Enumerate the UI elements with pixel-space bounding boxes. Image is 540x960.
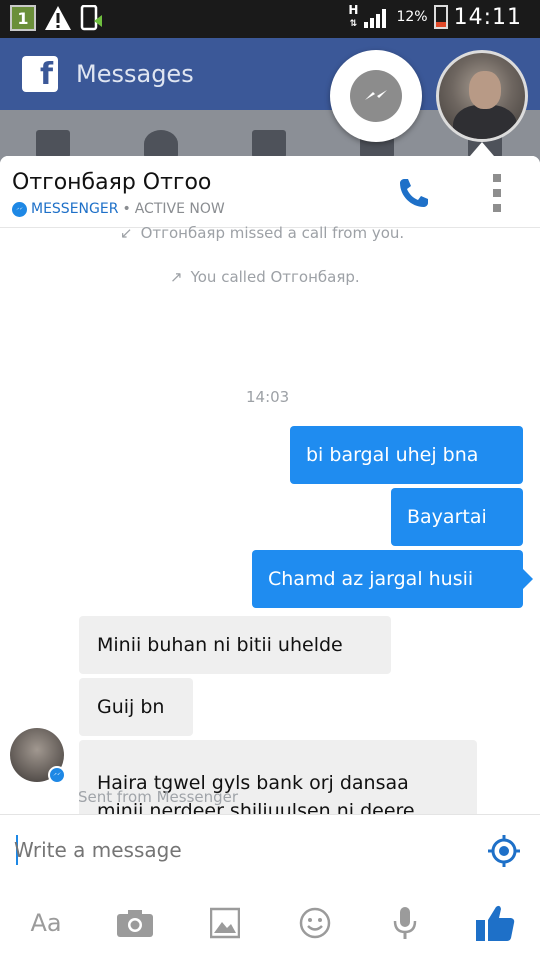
sent-from-label: Sent from Messenger	[78, 788, 239, 806]
message-composer: Aa	[0, 814, 540, 960]
microphone-icon[interactable]	[392, 903, 418, 943]
message-timestamp: 14:03	[246, 388, 290, 406]
chat-panel: Отгонбаяр Отгоо MESSENGER • ACTIVE NOW ↙…	[0, 156, 540, 960]
presence-status: ACTIVE NOW	[134, 201, 225, 217]
clock: 14:11	[453, 4, 522, 30]
outgoing-message-bubble[interactable]: Chamd az jargal husii	[252, 550, 523, 608]
missed-call-notice: ↙ Отгонбаяр missed a call from you.	[120, 224, 405, 242]
friend-requests-tab-icon[interactable]	[144, 130, 178, 158]
message-thread[interactable]: ↙ Отгонбаяр missed a call from you. ↗ You …	[0, 224, 540, 854]
app-bar-title: Messages	[76, 60, 194, 88]
status-bar: 1 H ⇅ 12% 14:11	[0, 0, 540, 38]
news-feed-tab-icon[interactable]	[36, 130, 70, 158]
outgoing-message-bubble[interactable]: bi bargal uhej bna	[290, 426, 523, 484]
network-type-label: H ⇅	[348, 3, 359, 29]
battery-percent: 12%	[396, 9, 428, 25]
battery-icon	[433, 5, 448, 29]
phone-sync-icon	[80, 5, 102, 31]
gallery-icon[interactable]	[210, 903, 240, 943]
separator-dot: •	[122, 201, 131, 217]
phone-call-icon[interactable]	[395, 174, 433, 212]
source-label: MESSENGER	[31, 201, 119, 217]
emoji-icon[interactable]	[298, 903, 332, 943]
warning-icon	[45, 6, 71, 30]
signal-strength-icon	[364, 9, 387, 28]
outgoing-call-notice: ↗ You called Отгонбаяр.	[170, 268, 360, 286]
presence-line: MESSENGER • ACTIVE NOW	[12, 201, 225, 217]
contact-chat-head-avatar[interactable]	[436, 50, 528, 142]
incoming-message-bubble[interactable]: Minii buhan ni bitii uhelde	[79, 616, 391, 674]
outgoing-message-bubble[interactable]: Bayartai	[391, 488, 523, 546]
messenger-badge-icon	[12, 201, 27, 217]
more-options-icon[interactable]	[490, 174, 504, 212]
facebook-logo-icon: f	[22, 56, 58, 92]
thumbs-up-icon[interactable]	[474, 903, 516, 943]
messenger-badge-icon	[48, 766, 66, 784]
location-icon[interactable]	[486, 833, 522, 869]
incoming-message-bubble[interactable]: Guij bn	[79, 678, 193, 736]
chat-header: Отгонбаяр Отгоо MESSENGER • ACTIVE NOW	[0, 156, 540, 228]
messenger-chat-head-button[interactable]	[330, 50, 422, 142]
camera-icon[interactable]	[116, 903, 154, 943]
outgoing-call-arrow-icon: ↗	[170, 268, 183, 286]
outgoing-bubble-tail	[523, 569, 533, 589]
message-input[interactable]	[14, 833, 474, 867]
text-format-button[interactable]: Aa	[26, 903, 66, 943]
missed-call-arrow-icon: ↙	[120, 224, 133, 242]
notification-count-badge: 1	[10, 5, 36, 31]
composer-toolbar: Aa	[0, 887, 540, 960]
contact-name[interactable]: Отгонбаяр Отгоо	[12, 170, 211, 195]
messenger-bolt-icon	[365, 90, 387, 100]
messages-tab-icon[interactable]	[252, 130, 286, 158]
chat-head-pointer	[470, 142, 494, 156]
